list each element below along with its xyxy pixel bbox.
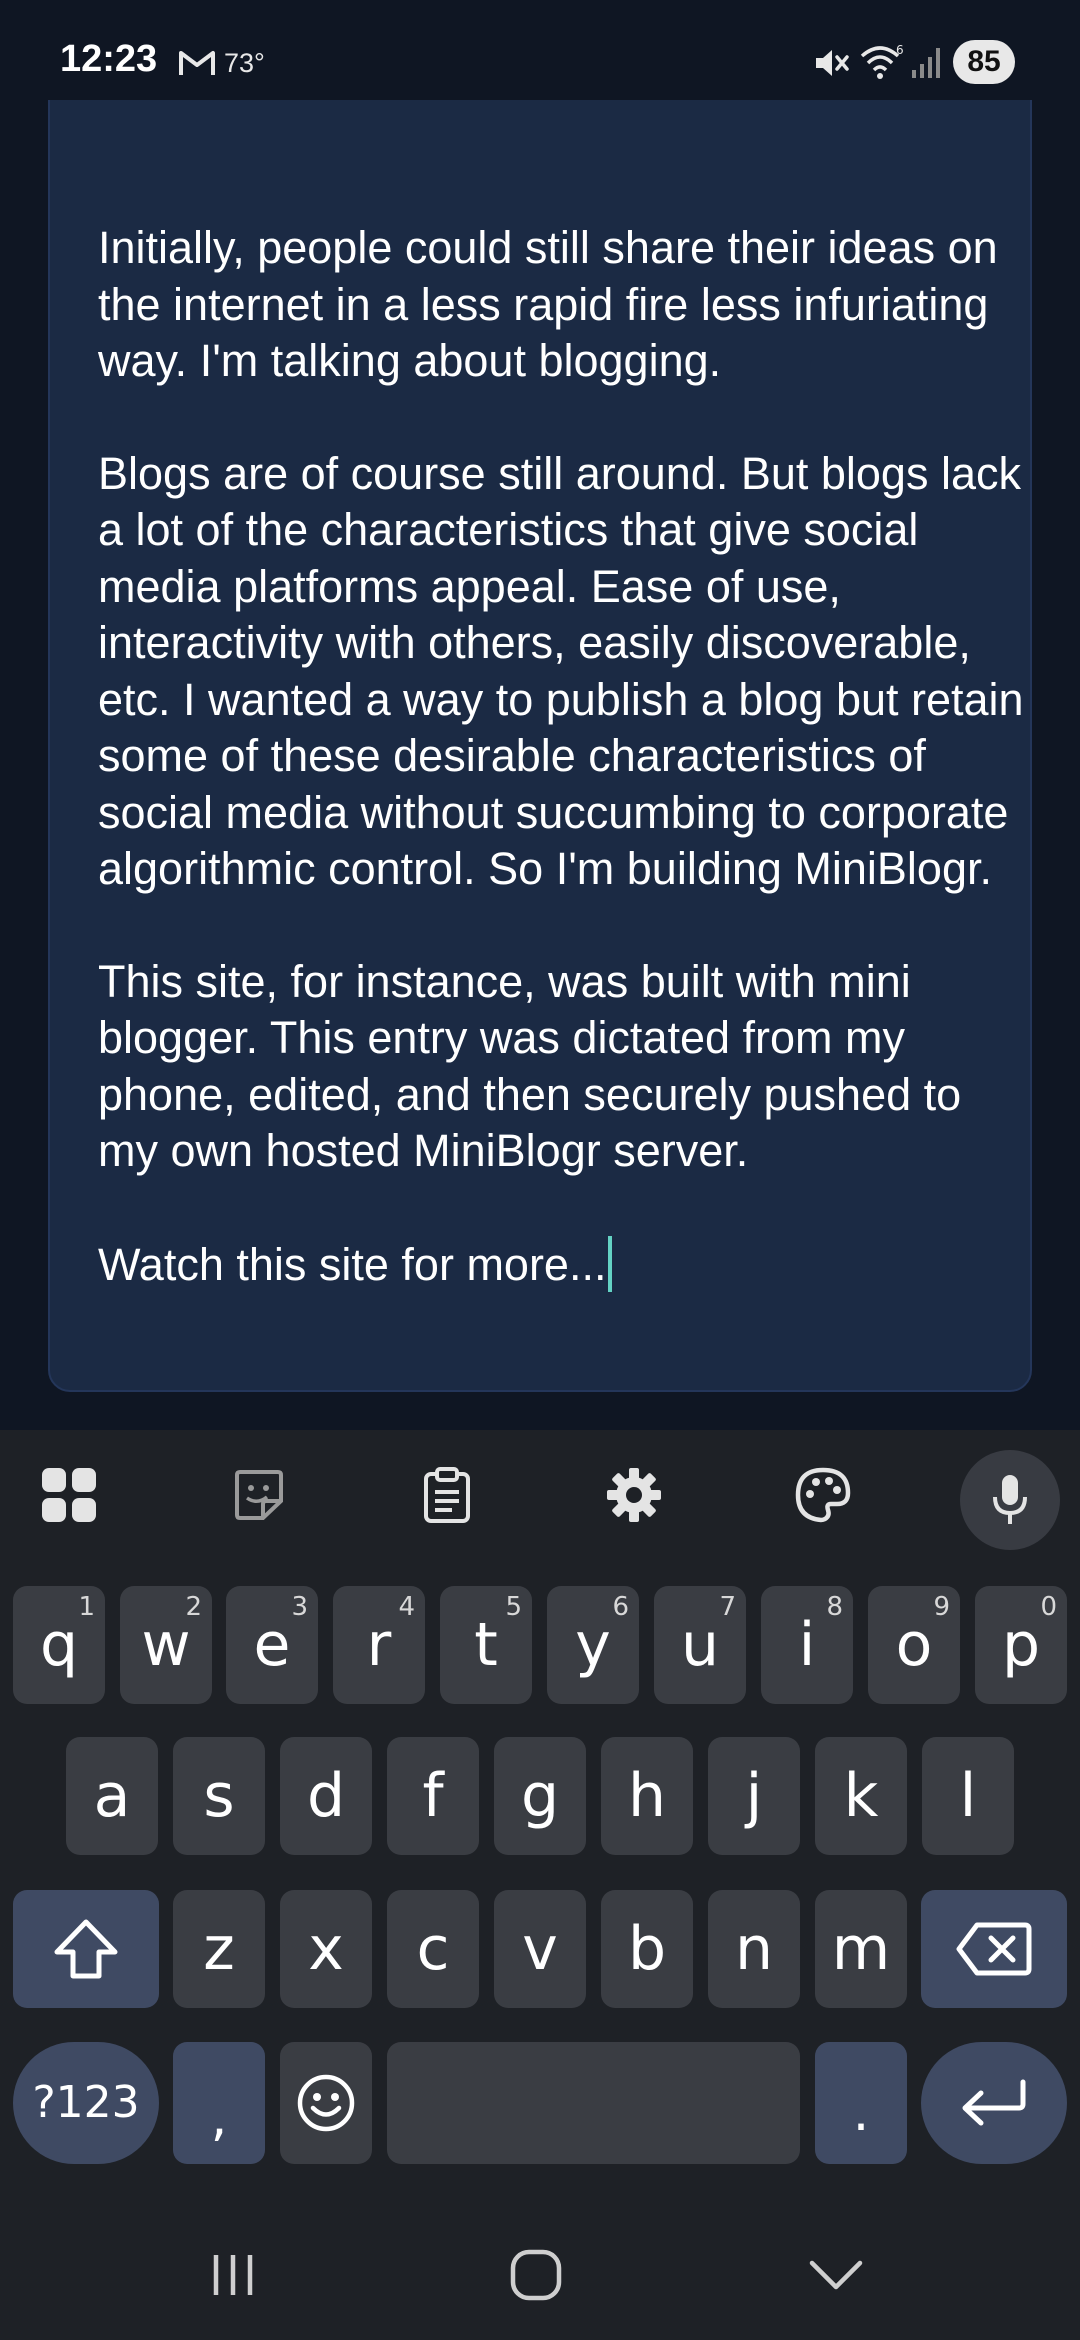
svg-text:6: 6	[896, 43, 904, 57]
navigation-bar	[0, 2200, 1080, 2340]
settings-icon[interactable]	[603, 1464, 665, 1526]
key-s[interactable]: s	[173, 1737, 265, 1855]
key-y[interactable]: y6	[547, 1586, 639, 1704]
status-bar: 12:23 73° 6 85	[0, 0, 1080, 100]
key-n[interactable]: n	[708, 1890, 800, 2008]
paragraph-2: Blogs are of course still around. But bl…	[98, 447, 1024, 895]
key-v[interactable]: v	[494, 1890, 586, 2008]
paragraph-4: Watch this site for more...	[98, 1238, 607, 1290]
clipboard-icon[interactable]	[416, 1464, 478, 1526]
palette-icon[interactable]	[792, 1464, 854, 1526]
enter-key[interactable]	[921, 2042, 1067, 2164]
key-l[interactable]: l	[922, 1737, 1014, 1855]
symbols-key[interactable]: ?123	[13, 2042, 159, 2164]
paragraph-1: Initially, people could still share thei…	[98, 222, 1011, 386]
status-time: 12:23	[60, 38, 158, 80]
comma-key[interactable]: ,	[173, 2042, 265, 2164]
key-b[interactable]: b	[601, 1890, 693, 2008]
mute-icon	[816, 50, 849, 76]
key-t[interactable]: t5	[440, 1586, 532, 1704]
emoji-key[interactable]	[280, 2042, 372, 2164]
apps-icon[interactable]	[38, 1464, 100, 1526]
key-a[interactable]: a	[66, 1737, 158, 1855]
battery-indicator: 85	[953, 40, 1015, 84]
period-key[interactable]: .	[815, 2042, 907, 2164]
key-r[interactable]: r4	[333, 1586, 425, 1704]
gmail-icon	[179, 51, 215, 75]
signal-icon	[912, 48, 940, 78]
key-p[interactable]: p0	[975, 1586, 1067, 1704]
shift-key[interactable]	[13, 1890, 159, 2008]
key-w[interactable]: w2	[120, 1586, 212, 1704]
key-j[interactable]: j	[708, 1737, 800, 1855]
key-o[interactable]: o9	[868, 1586, 960, 1704]
key-x[interactable]: x	[280, 1890, 372, 2008]
key-c[interactable]: c	[387, 1890, 479, 2008]
status-temperature: 73°	[224, 48, 265, 78]
text-editor[interactable]: Initially, people could still share thei…	[48, 40, 1032, 1392]
home-icon[interactable]	[496, 2240, 576, 2310]
emoji-icon	[297, 2074, 355, 2132]
backspace-icon	[956, 1922, 1032, 1976]
mic-icon	[993, 1475, 1027, 1524]
editor-content[interactable]: Initially, people could still share thei…	[98, 107, 1028, 1350]
space-key[interactable]	[387, 2042, 800, 2164]
key-u[interactable]: u7	[654, 1586, 746, 1704]
key-i[interactable]: i8	[761, 1586, 853, 1704]
key-f[interactable]: f	[387, 1737, 479, 1855]
recents-icon[interactable]	[193, 2240, 273, 2310]
key-k[interactable]: k	[815, 1737, 907, 1855]
backspace-key[interactable]	[921, 1890, 1067, 2008]
keyboard-toolbar	[0, 1430, 1080, 1560]
key-m[interactable]: m	[815, 1890, 907, 2008]
key-q[interactable]: q1	[13, 1586, 105, 1704]
text-cursor	[608, 1235, 613, 1292]
paragraph-3: This site, for instance, was built with …	[98, 955, 974, 1177]
key-g[interactable]: g	[494, 1737, 586, 1855]
key-h[interactable]: h	[601, 1737, 693, 1855]
enter-icon	[962, 2079, 1026, 2126]
wifi-6-icon: 6	[860, 43, 904, 79]
key-z[interactable]: z	[173, 1890, 265, 2008]
key-d[interactable]: d	[280, 1737, 372, 1855]
mic-button[interactable]	[960, 1450, 1060, 1550]
back-icon[interactable]	[796, 2240, 876, 2310]
sticker-icon[interactable]	[228, 1464, 290, 1526]
shift-icon	[54, 1919, 118, 1979]
key-e[interactable]: e3	[226, 1586, 318, 1704]
